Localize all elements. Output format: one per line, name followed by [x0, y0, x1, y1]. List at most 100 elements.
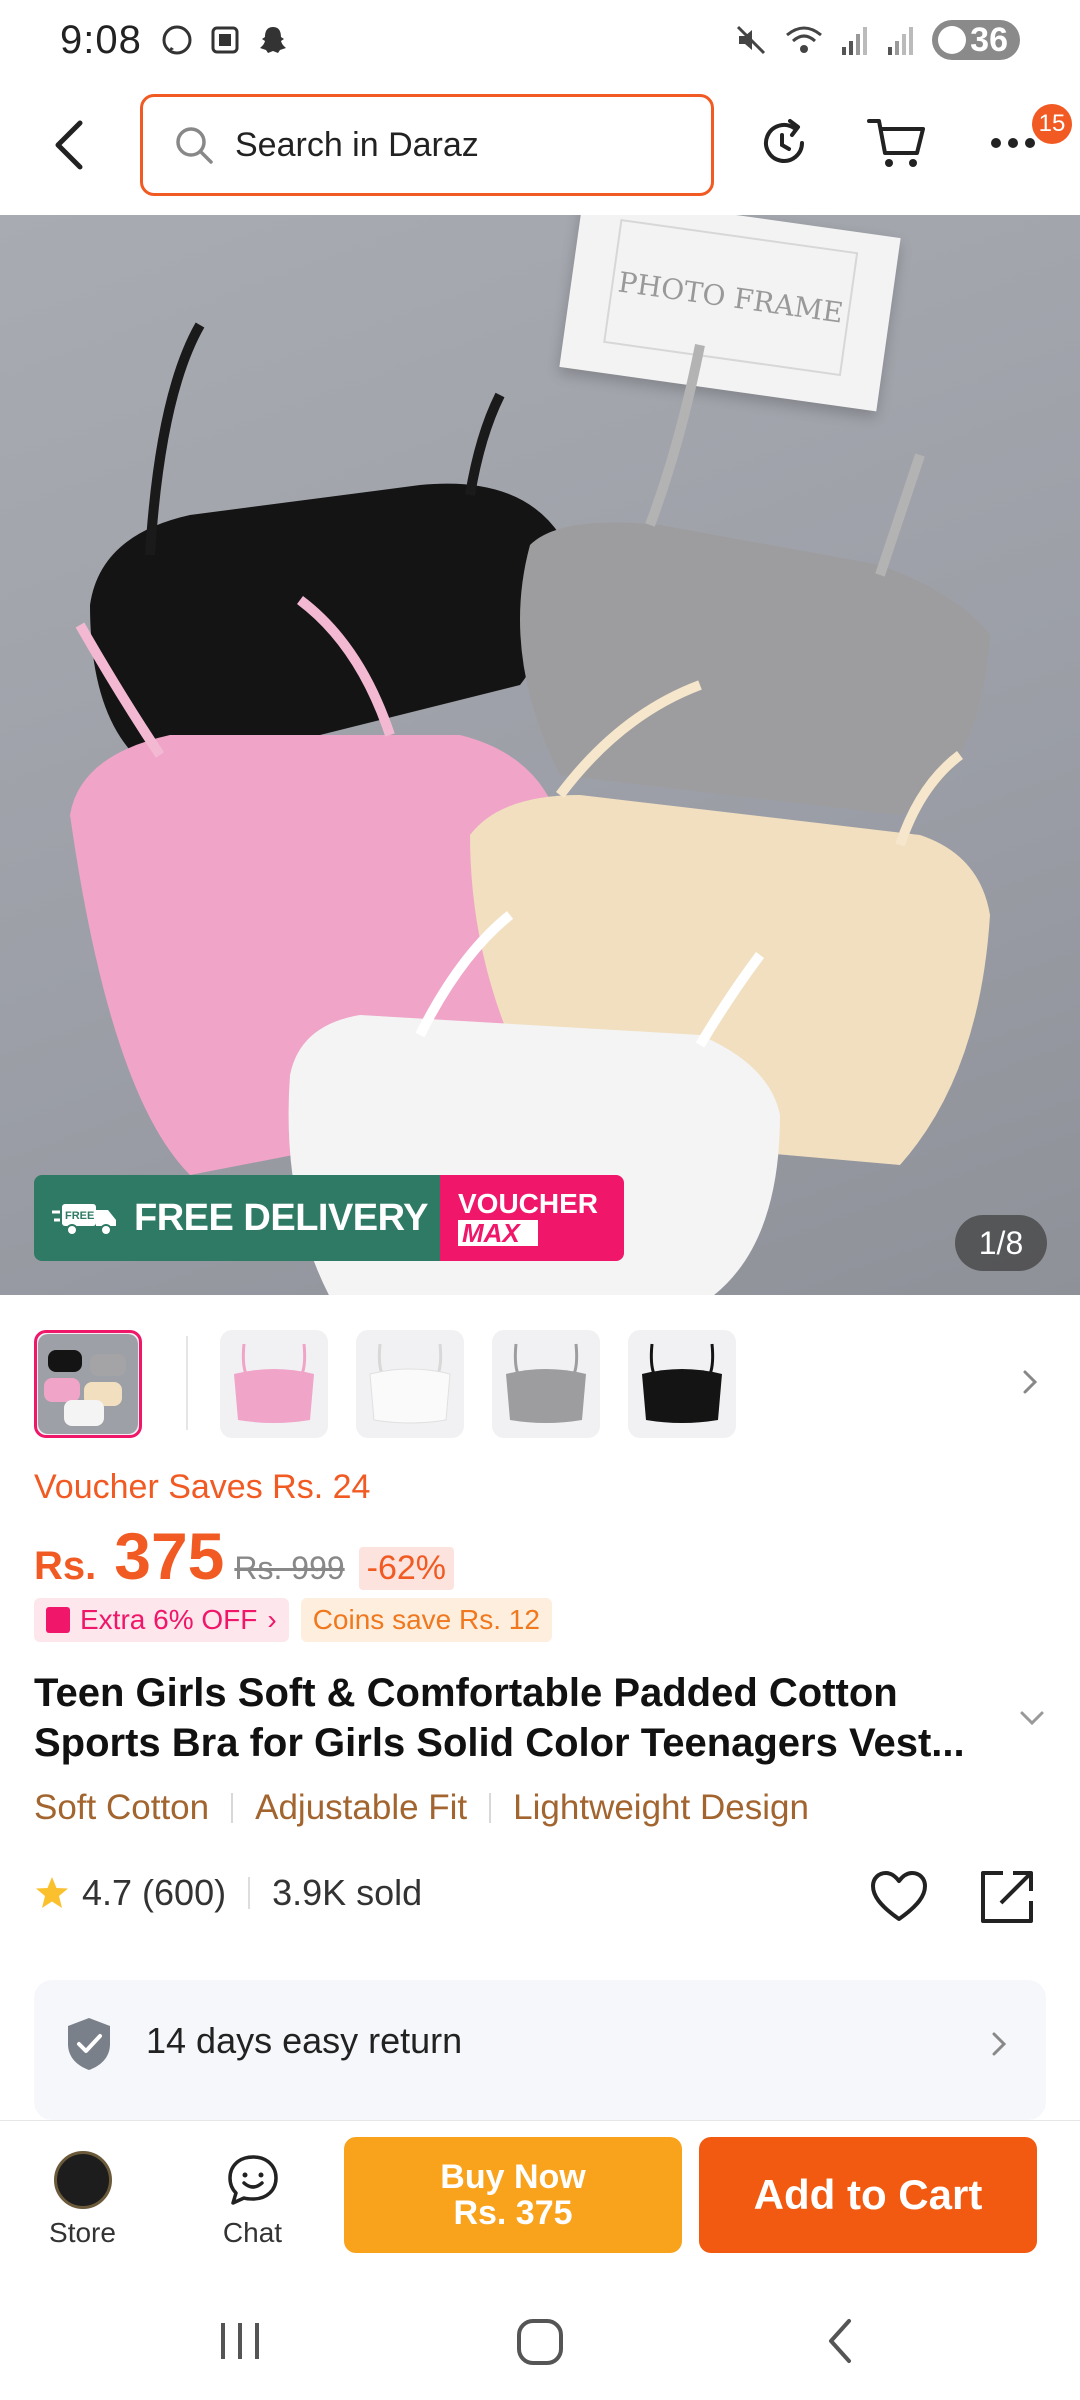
search-icon	[176, 127, 213, 164]
chat-label: Chat	[222, 2217, 283, 2248]
notification-badge: 15	[1032, 104, 1072, 144]
search-input[interactable]: Search in Daraz	[140, 94, 714, 196]
rating-value: 4.7	[82, 1872, 133, 1913]
product-title: Teen Girls Soft & Comfortable Padded Cot…	[34, 1668, 1014, 1768]
coins-save-chip: Coins save Rs. 12	[300, 1598, 552, 1642]
history-icon	[764, 119, 804, 163]
status-bar: 9:08 36	[0, 0, 1080, 80]
thumbnail-white[interactable]	[356, 1330, 464, 1438]
thumbnail-image	[369, 1343, 451, 1424]
feature-tags: Soft Cotton Adjustable Fit Lightweight D…	[34, 1788, 809, 1828]
product-title-line2: Sports Bra for Girls Solid Color Teenage…	[34, 1721, 965, 1765]
buy-now-button[interactable]: Buy Now Rs. 375	[344, 2137, 682, 2253]
signal-icon	[842, 27, 868, 55]
delivery-truck-icon: FREE	[52, 1204, 116, 1236]
chat-icon	[227, 2155, 278, 2205]
snapchat-icon	[256, 23, 290, 57]
product-title-line1: Teen Girls Soft & Comfortable Padded Cot…	[34, 1671, 898, 1715]
chevron-right-icon	[984, 2024, 1014, 2064]
bottom-action-bar: Store Chat Buy Now Rs. 375 Add to Cart	[0, 2120, 1080, 2280]
price-currency: Rs.	[34, 1544, 97, 1588]
shield-check-icon	[68, 2018, 110, 2070]
feature-tag: Soft Cotton	[34, 1788, 210, 1827]
thumbnail-pink[interactable]	[220, 1330, 328, 1438]
share-icon	[981, 1871, 1033, 1923]
thumbnail-divider	[186, 1336, 188, 1430]
free-badge-label: FREE	[65, 1210, 94, 1222]
free-delivery-voucher-banner: FREE FREE DELIVERY VOUCHER MAX	[34, 1175, 624, 1261]
wishlist-button[interactable]	[866, 1864, 932, 1930]
free-delivery-label: FREE DELIVERY	[134, 1196, 429, 1239]
promo-row: Extra 6% OFF › Coins save Rs. 12	[34, 1598, 552, 1642]
store-logo-icon	[53, 2151, 112, 2209]
mute-icon	[737, 25, 766, 55]
chevron-right-icon: ›	[267, 1604, 277, 1635]
return-policy-card[interactable]: 14 days easy return	[34, 1980, 1046, 2120]
whatsapp-icon	[160, 23, 194, 57]
discount-badge: -62%	[358, 1547, 455, 1590]
store-button[interactable]: Store	[20, 2151, 145, 2261]
add-to-cart-button[interactable]: Add to Cart	[699, 2137, 1037, 2253]
home-icon	[517, 2319, 563, 2365]
top-app-bar: Search in Daraz 15	[0, 80, 1080, 215]
return-policy-text: 14 days easy return	[146, 2020, 463, 2061]
price-value: 375	[114, 1519, 225, 1593]
star-icon	[36, 1877, 68, 1908]
recent-apps-icon	[221, 2323, 259, 2359]
coupon-icon	[46, 1607, 70, 1633]
thumbnail-grey[interactable]	[492, 1330, 600, 1438]
store-label: Store	[49, 2217, 116, 2248]
buy-now-price: Rs. 375	[453, 2194, 573, 2232]
system-back-button[interactable]	[810, 2316, 870, 2366]
feature-tag: Adjustable Fit	[255, 1788, 468, 1827]
chat-button[interactable]: Chat	[190, 2151, 315, 2261]
battery-saver-icon	[938, 26, 967, 54]
voucher-saves-text: Voucher Saves Rs. 24	[34, 1468, 371, 1506]
thumbnail-image	[38, 1334, 138, 1434]
status-right-icons: 36	[734, 20, 1020, 60]
back-button[interactable]	[40, 110, 100, 180]
voucher-max-label: MAX	[458, 1220, 538, 1246]
status-left-icons	[160, 23, 290, 57]
home-button[interactable]	[510, 2312, 570, 2372]
heart-icon	[871, 1871, 927, 1921]
feature-divider	[231, 1793, 234, 1823]
thumbnail-strip	[0, 1320, 1080, 1445]
sold-count: 3.9K sold	[272, 1872, 423, 1913]
thumbnail-image	[642, 1343, 722, 1423]
review-count: (600)	[142, 1872, 227, 1913]
product-image-carousel[interactable]: PHOTO FRAME FREE FREE DELIVERY VOUCHER M…	[0, 215, 1080, 1295]
history-button[interactable]	[752, 108, 816, 178]
thumbnail-image	[234, 1343, 314, 1423]
battery-level: 36	[970, 20, 1008, 59]
extra-off-label: Extra 6% OFF	[80, 1604, 258, 1635]
thumbnail-next-button[interactable]	[1010, 1362, 1050, 1402]
coins-save-label: Coins save Rs. 12	[312, 1604, 540, 1635]
back-icon	[829, 2319, 851, 2363]
meta-divider	[248, 1877, 251, 1909]
wifi-icon	[786, 26, 823, 53]
feature-tag: Lightweight Design	[513, 1788, 809, 1827]
product-photo	[70, 322, 990, 1295]
more-dots-icon	[991, 138, 1035, 148]
chevron-down-icon	[1020, 1711, 1044, 1726]
cart-icon	[867, 119, 925, 167]
share-button[interactable]	[974, 1864, 1040, 1930]
thumbnail-mixed[interactable]	[34, 1330, 142, 1438]
image-counter: 1/8	[955, 1215, 1047, 1271]
status-time: 9:08	[60, 17, 142, 62]
cart-button[interactable]	[862, 108, 932, 178]
recent-apps-button[interactable]	[210, 2316, 270, 2366]
battery-icon: 36	[932, 20, 1020, 60]
price-row: Rs. 375 Rs. 999 -62%	[34, 1518, 455, 1594]
extra-off-chip[interactable]: Extra 6% OFF ›	[34, 1598, 289, 1642]
voucher-max-badge: VOUCHER MAX	[440, 1175, 624, 1261]
thumbnail-image	[506, 1343, 586, 1423]
add-to-cart-label: Add to Cart	[753, 2171, 983, 2218]
expand-title-button[interactable]	[1014, 1700, 1050, 1736]
signal-icon-2	[888, 27, 914, 55]
thumbnail-black[interactable]	[628, 1330, 736, 1438]
system-nav-bar	[0, 2280, 1080, 2400]
original-price: Rs. 999	[234, 1550, 345, 1586]
rating-row[interactable]: 4.7 (600) 3.9K sold	[34, 1872, 422, 1914]
